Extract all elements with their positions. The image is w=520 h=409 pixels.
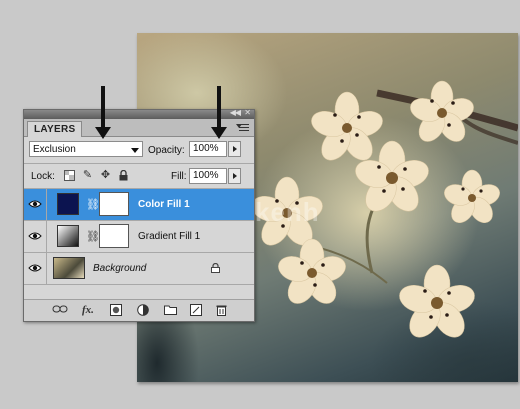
lock-transparent-icon[interactable] xyxy=(64,170,75,181)
trash-icon[interactable] xyxy=(216,304,227,319)
blend-mode-value: Exclusion xyxy=(33,144,76,155)
chevron-down-icon xyxy=(131,148,139,153)
group-folder-icon[interactable] xyxy=(164,304,177,318)
add-mask-icon[interactable] xyxy=(110,304,122,319)
layer-name[interactable]: Background xyxy=(93,263,146,274)
visibility-toggle[interactable] xyxy=(24,221,47,252)
fill-slider-button[interactable] xyxy=(228,168,241,184)
link-layers-icon[interactable] xyxy=(52,304,68,317)
lock-row: Lock: ✎ ✥ Fill: 100% xyxy=(24,164,254,189)
visibility-toggle[interactable] xyxy=(24,189,47,220)
layer-thumbnail[interactable] xyxy=(53,257,85,279)
layer-mask-thumbnail[interactable] xyxy=(99,192,129,216)
layer-row-background[interactable]: Background xyxy=(24,253,254,285)
lock-all-icon[interactable] xyxy=(118,169,129,181)
fill-label: Fill: xyxy=(171,171,187,182)
layer-name[interactable]: Color Fill 1 xyxy=(138,199,190,210)
tab-layers[interactable]: LAYERS xyxy=(27,121,83,137)
opacity-slider-button[interactable] xyxy=(228,141,241,157)
chain-link-icon[interactable]: ⛓ xyxy=(86,230,100,243)
layer-name[interactable]: Gradient Fill 1 xyxy=(138,231,200,242)
adjustment-layer-icon[interactable] xyxy=(137,304,149,319)
layer-mask-thumbnail[interactable] xyxy=(99,224,129,248)
collapse-icon[interactable]: ◀◀ xyxy=(230,108,241,117)
chain-link-icon[interactable]: ⛓ xyxy=(86,198,100,211)
eye-icon xyxy=(28,264,42,272)
opacity-label: Opacity: xyxy=(148,145,185,156)
visibility-toggle[interactable] xyxy=(24,253,47,284)
lock-move-icon[interactable]: ✥ xyxy=(100,170,111,181)
layer-row-gradient-fill[interactable]: ⛓ Gradient Fill 1 xyxy=(24,221,254,253)
layer-thumbnail[interactable] xyxy=(57,225,79,247)
fill-field[interactable]: 100% xyxy=(189,168,227,184)
new-layer-icon[interactable] xyxy=(190,304,202,319)
fx-icon[interactable]: fx. xyxy=(82,304,94,316)
opacity-field[interactable]: 100% xyxy=(189,141,227,157)
lock-brush-icon[interactable]: ✎ xyxy=(82,170,93,181)
eye-icon xyxy=(28,200,42,208)
arrow-pointing-blend-mode xyxy=(95,86,111,139)
blend-row: Exclusion Opacity: 100% xyxy=(24,137,254,164)
layer-thumbnail[interactable] xyxy=(57,193,79,215)
lock-icon xyxy=(211,263,220,273)
arrow-pointing-opacity xyxy=(211,86,227,139)
panel-menu-icon[interactable] xyxy=(236,122,250,132)
eye-icon xyxy=(28,232,42,240)
layers-panel: ◀◀ ✕ LAYERS Exclusion Opacity: 100% Lock… xyxy=(23,108,255,322)
panel-bottom-bar: fx. xyxy=(24,299,254,321)
layer-row-color-fill[interactable]: ⛓ Color Fill 1 xyxy=(24,189,254,221)
blend-mode-select[interactable]: Exclusion xyxy=(29,141,143,157)
watermark-text: kenh xyxy=(255,197,320,227)
lock-label: Lock: xyxy=(31,171,55,182)
close-icon[interactable]: ✕ xyxy=(244,108,251,117)
